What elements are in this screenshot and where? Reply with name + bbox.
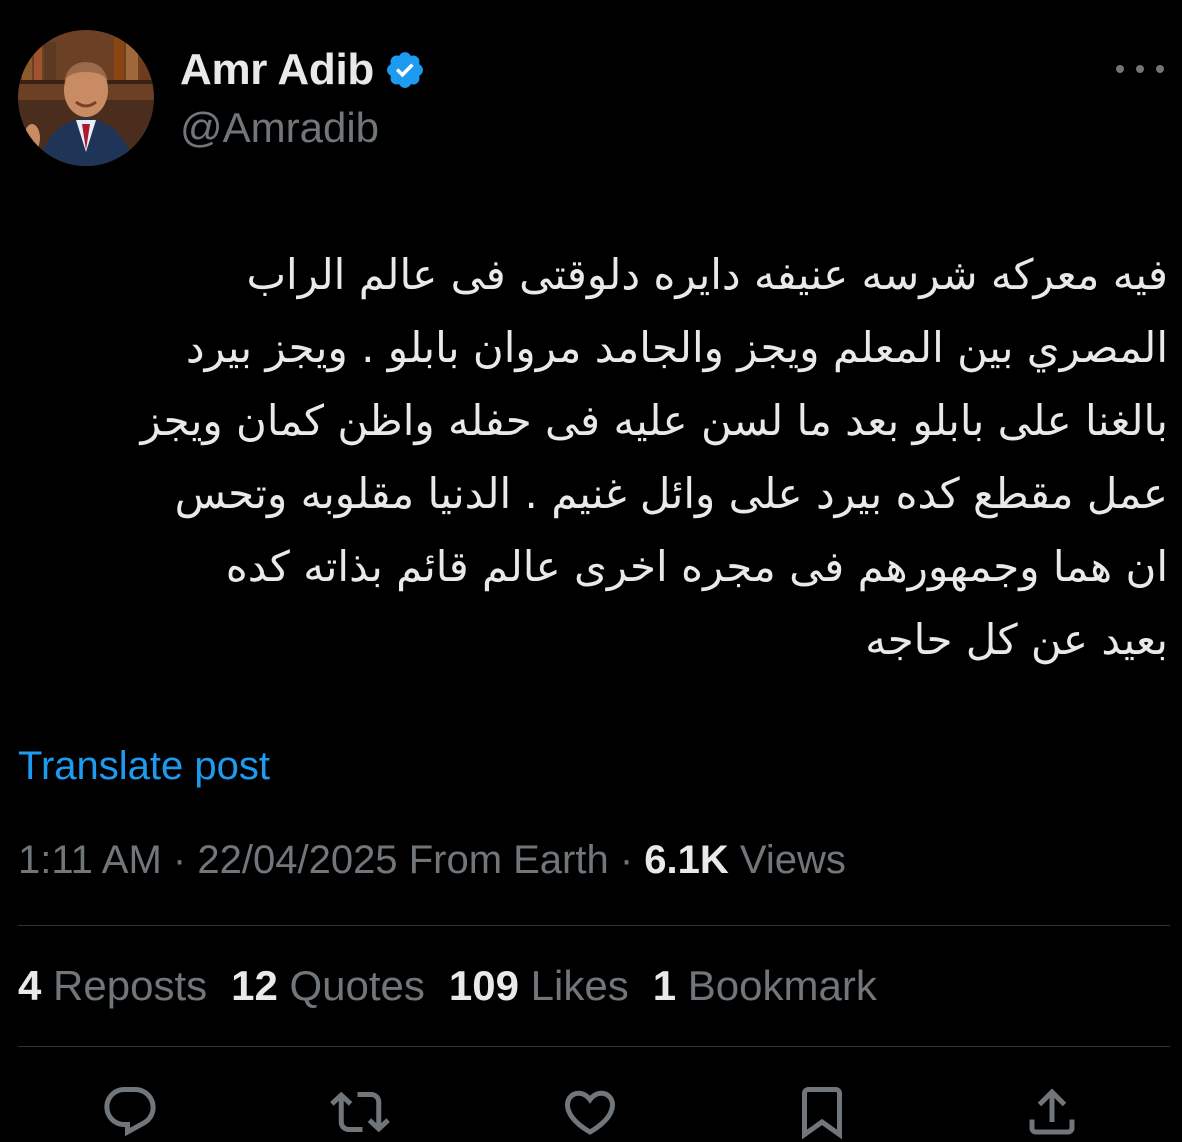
tweet-date[interactable]: 22/04/2025 [197,838,397,882]
views-count[interactable]: 6.1K [644,838,729,882]
reposts-stat[interactable]: 4 Reposts [18,962,207,1010]
bookmarks-count: 1 [652,962,677,1009]
more-dot [1136,65,1144,73]
more-options-icon[interactable] [1116,56,1164,82]
share-button[interactable] [1022,1082,1082,1142]
author-name-row[interactable]: Amr Adib [180,42,426,98]
quotes-stat[interactable]: 12 Quotes [231,962,425,1010]
repost-button[interactable] [330,1082,390,1142]
meta-separator: · [172,838,198,882]
bookmark-button[interactable] [792,1082,852,1142]
quotes-label: Quotes [289,962,425,1009]
verified-badge-icon [387,52,423,88]
more-dot [1156,65,1164,73]
author-display-name[interactable]: Amr Adib [180,45,374,95]
tweet-text-line: فيه معركه شرسه عنيفه دايره دلوقتى فى عال… [246,250,1169,299]
tweet-meta: 1:11 AM · 22/04/2025 From Earth · 6.1K V… [18,838,846,883]
tweet-text: فيه معركه شرسه عنيفه دايره دلوقتى فى عال… [18,238,1168,676]
likes-count: 109 [448,962,519,1009]
bookmarks-label: Bookmark [687,962,877,1009]
divider [18,1046,1170,1047]
more-dot [1116,65,1124,73]
repost-icon [330,1091,390,1133]
tweet-text-line: ان هما وجمهورهم فى مجره اخرى عالم قائم ب… [225,542,1168,591]
translate-post-link[interactable]: Translate post [18,744,270,789]
reply-icon [104,1087,156,1137]
action-bar [0,1082,1182,1142]
tweet-stats: 4 Reposts 12 Quotes 109 Likes 1 Bookmark [18,962,877,1010]
meta-separator: · [619,838,645,882]
like-icon [564,1090,616,1135]
tweet-time[interactable]: 1:11 AM [18,838,162,882]
share-icon [1029,1088,1075,1135]
quotes-count: 12 [231,962,278,1009]
views-label[interactable]: Views [740,838,846,882]
bookmark-icon [802,1087,842,1140]
avatar[interactable] [18,30,154,166]
reposts-label: Reposts [53,962,208,1009]
author-handle[interactable]: @Amradib [180,104,379,152]
likes-label: Likes [530,962,629,1009]
bookmarks-stat[interactable]: 1 Bookmark [653,962,877,1010]
reply-button[interactable] [100,1082,160,1142]
divider [18,925,1170,926]
likes-stat[interactable]: 109 Likes [449,962,629,1010]
tweet-text-line: عمل مقطع كده بيرد على وائل غنيم . الدنيا… [174,469,1168,518]
reposts-count: 4 [18,962,42,1009]
tweet-text-line: المصري بين المعلم ويجز والجامد مروان باب… [185,323,1168,372]
tweet-location: From Earth [408,838,609,882]
tweet-text-line: بعيد عن كل حاجه [865,615,1168,664]
like-button[interactable] [560,1082,620,1142]
tweet-text-line: بالغنا على بابلو بعد ما لسن عليه فى حفله… [140,396,1168,445]
avatar-image [18,30,154,166]
